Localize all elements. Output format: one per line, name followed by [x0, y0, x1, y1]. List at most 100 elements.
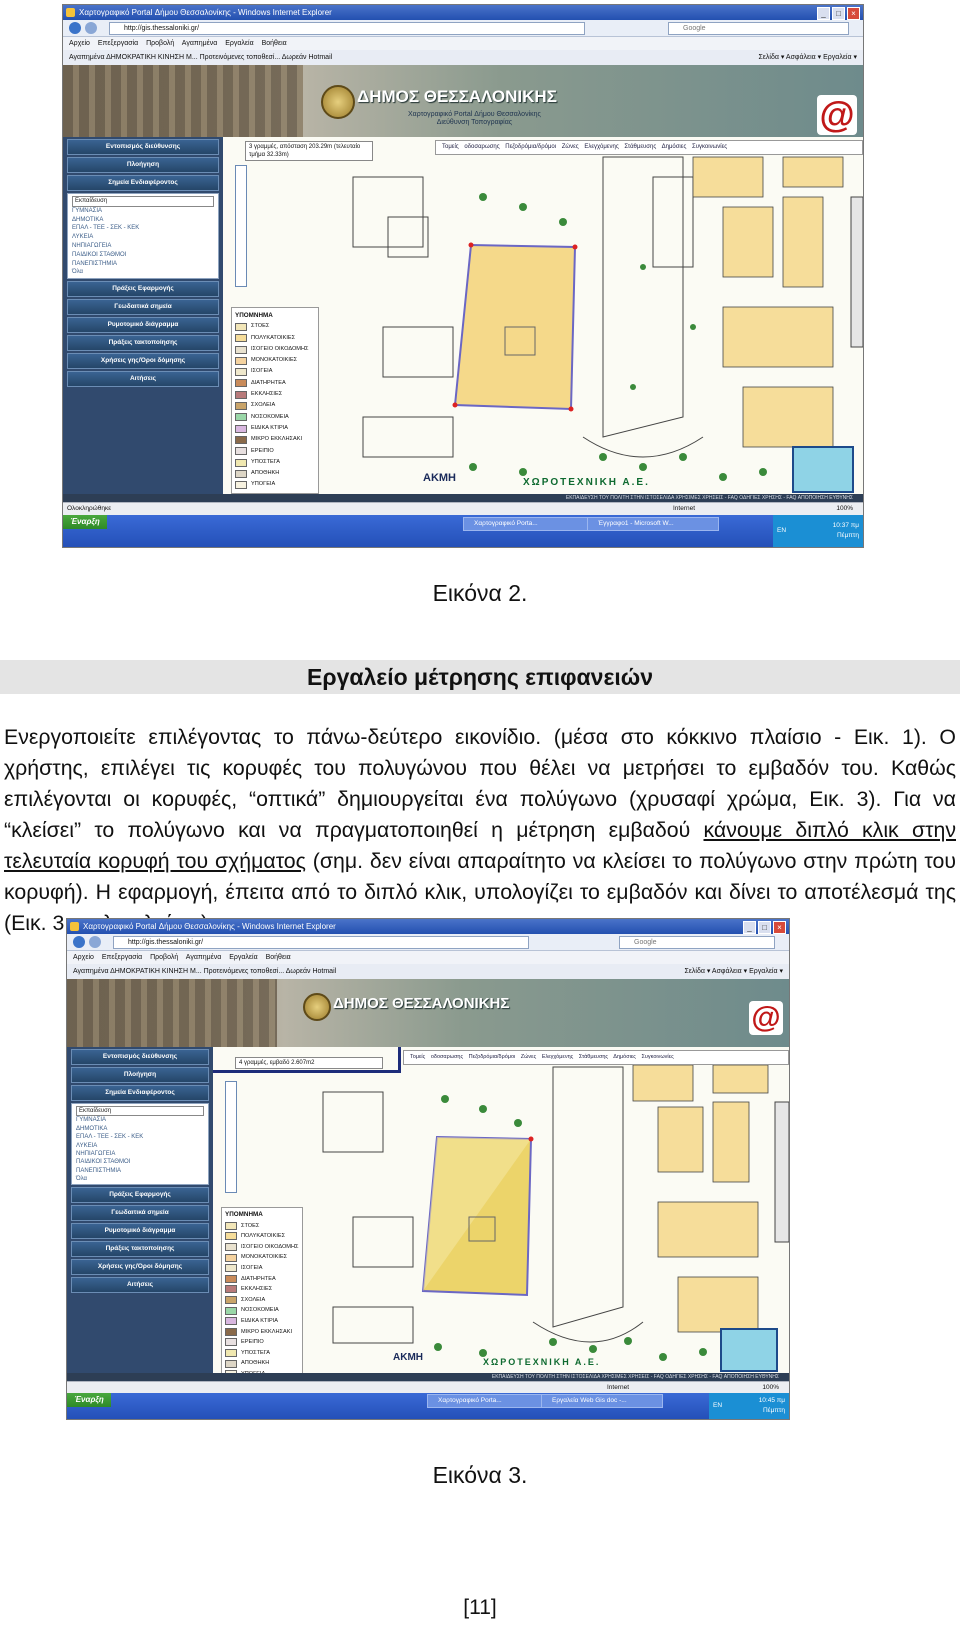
- nav-regularization[interactable]: Πράξεις τακτοποίησης: [71, 1241, 209, 1257]
- layer-toggle-bar[interactable]: Τομείς οδοσαρωσης Πεζοδρόμια/δρόμοι Ζώνε…: [435, 140, 863, 155]
- poi-item[interactable]: ΓΥΜΝΑΣΙΑ: [72, 207, 214, 216]
- start-button[interactable]: Έναρξη: [67, 1393, 111, 1407]
- section-title: Εργαλείο μέτρησης επιφανειών: [0, 660, 960, 694]
- poi-item[interactable]: ΓΥΜΝΑΣΙΑ: [76, 1116, 204, 1124]
- system-tray: EN 10:45 πμ Πέμπτη: [709, 1393, 789, 1419]
- nav-requests[interactable]: Αιτήσεις: [71, 1277, 209, 1293]
- layer-public-transport[interactable]: Δημόσιες Συγκοινωνίες: [662, 144, 728, 150]
- poi-item[interactable]: ΠΑΙΔΙΚΟΙ ΣΤΑΘΜΟΙ: [76, 1158, 204, 1166]
- nav-navigation[interactable]: Πλοήγηση: [71, 1067, 209, 1083]
- municipality-seal-icon: [321, 85, 355, 119]
- nav-navigation[interactable]: Πλοήγηση: [67, 157, 219, 173]
- url-field[interactable]: http://gis.thessaloniki.gr/: [113, 936, 529, 949]
- nav-address-search[interactable]: Εντοπισμός διεύθυνσης: [67, 139, 219, 155]
- poi-item[interactable]: ΝΗΠΙΑΓΩΓΕΙΑ: [76, 1150, 204, 1158]
- poi-item[interactable]: ΛΥΚΕΙΑ: [72, 233, 214, 242]
- nav-land-use[interactable]: Χρήσεις γης/Όροι δόμησης: [67, 353, 219, 369]
- legend-row: ΣΧΟΛΕΙΑ: [235, 400, 315, 411]
- poi-item[interactable]: ΔΗΜΟΤΙΚΑ: [72, 216, 214, 225]
- nav-land-use[interactable]: Χρήσεις γης/Όροι δόμησης: [71, 1259, 209, 1275]
- nav-applications[interactable]: Πράξεις Εφαρμογής: [71, 1187, 209, 1203]
- poi-item[interactable]: Όλα: [76, 1175, 204, 1183]
- status-bar: Ολοκληρώθηκε Internet 100%: [63, 502, 863, 515]
- poi-item[interactable]: ΕΠΑΛ - ΤΕΕ - ΣΕΚ - ΚΕΚ: [76, 1133, 204, 1141]
- command-bar[interactable]: Σελίδα ▾ Ασφάλεια ▾ Εργαλεία ▾: [684, 964, 783, 979]
- layer-public-transport[interactable]: Δημόσιες Συγκοινωνίες: [613, 1054, 673, 1060]
- nav-poi[interactable]: Σημεία Ενδιαφέροντος: [71, 1085, 209, 1101]
- taskbar-button-portal[interactable]: Χαρτογραφικό Porta...: [427, 1394, 549, 1408]
- at-logo-icon: @: [749, 1001, 783, 1035]
- legend-row: ΕΙΔΙΚΑ ΚΤΙΡΙΑ: [235, 423, 315, 434]
- menu-bar[interactable]: Αρχείο Επεξεργασία Προβολή Αγαπημένα Εργ…: [63, 37, 863, 50]
- nav-geodetic[interactable]: Γεωδαιτικά σημεία: [67, 299, 219, 315]
- window-title: Χαρτογραφικό Portal Δήμου Θεσσαλονίκης -…: [83, 922, 336, 931]
- nav-zoning-plan[interactable]: Ρυμοτομικό διάγραμμα: [67, 317, 219, 333]
- menu-bar[interactable]: Αρχείο Επεξεργασία Προβολή Αγαπημένα Εργ…: [67, 951, 789, 964]
- left-nav: Εντοπισμός διεύθυνσης Πλοήγηση Σημεία Εν…: [67, 1047, 213, 1381]
- poi-item[interactable]: ΛΥΚΕΙΑ: [76, 1142, 204, 1150]
- search-field[interactable]: Google: [619, 936, 775, 949]
- taskbar-button-word[interactable]: Εργαλεία Web Gis doc -...: [541, 1394, 663, 1408]
- poi-item[interactable]: ΔΗΜΟΤΙΚΑ: [76, 1125, 204, 1133]
- forward-icon[interactable]: [85, 22, 97, 34]
- map-canvas[interactable]: Τομείς οδοσαρωσης Πεζοδρόμια/δρόμοι Ζώνε…: [213, 1047, 789, 1381]
- poi-category-select[interactable]: Εκπαίδευση: [72, 196, 214, 207]
- nav-geodetic[interactable]: Γεωδαιτικά σημεία: [71, 1205, 209, 1221]
- legend-label: ΕΚΚΛΗΣΙΕΣ: [241, 1286, 273, 1293]
- layer-sidewalks[interactable]: Πεζοδρόμια/δρόμοι: [469, 1054, 516, 1060]
- legend-label: ΔΙΑΤΗΡΗΤΕΑ: [241, 1275, 276, 1282]
- minimize-button[interactable]: _: [817, 7, 830, 20]
- akmh-logo: ΑΚΜΗ: [423, 472, 456, 484]
- poi-item[interactable]: Όλα: [72, 268, 214, 277]
- favorites-links[interactable]: Αγαπημένα ΔΗΜΟΚΡΑΤΙΚΗ ΚΙΝΗΣΗ Μ... Προτει…: [73, 968, 336, 975]
- forward-icon[interactable]: [89, 936, 101, 948]
- nav-zoning-plan[interactable]: Ρυμοτομικό διάγραμμα: [71, 1223, 209, 1239]
- close-button[interactable]: ×: [847, 7, 860, 20]
- window-title: Χαρτογραφικό Portal Δήμου Θεσσαλονίκης -…: [79, 8, 332, 17]
- language-indicator[interactable]: EN: [777, 526, 786, 536]
- zoom-level[interactable]: 100%: [836, 503, 853, 515]
- nav-regularization[interactable]: Πράξεις τακτοποίησης: [67, 335, 219, 351]
- command-bar[interactable]: Σελίδα ▾ Ασφάλεια ▾ Εργαλεία ▾: [758, 50, 857, 65]
- layer-sidewalks[interactable]: Πεζοδρόμια/δρόμοι: [505, 144, 556, 150]
- poi-item[interactable]: ΠΑΝΕΠΙΣΤΗΜΙΑ: [72, 260, 214, 269]
- legend-row: ΕΚΚΛΗΣΙΕΣ: [225, 1284, 299, 1295]
- minimize-button[interactable]: _: [743, 921, 756, 934]
- taskbar-button-word[interactable]: Έγγραφο1 - Microsoft W...: [587, 517, 719, 531]
- taskbar-button-portal[interactable]: Χαρτογραφικό Porta...: [463, 517, 595, 531]
- back-icon[interactable]: [69, 22, 81, 34]
- legend-label: ΑΠΟΘΗΚΗ: [241, 1360, 270, 1367]
- close-button[interactable]: ×: [773, 921, 786, 934]
- portal-subtitle: Χαρτογραφικό Portal Δήμου Θεσσαλονίκης Δ…: [408, 111, 541, 126]
- favorites-links[interactable]: Αγαπημένα ΔΗΜΟΚΡΑΤΙΚΗ ΚΙΝΗΣΗ Μ... Προτει…: [69, 54, 332, 61]
- back-icon[interactable]: [73, 936, 85, 948]
- maximize-button[interactable]: □: [832, 7, 845, 20]
- zoom-control[interactable]: [225, 1081, 237, 1193]
- search-field[interactable]: Google: [668, 22, 849, 35]
- portal-footer-links[interactable]: ΕΚΠΑΙΔΕΥΣΗ ΤΟΥ ΠΟΛΙΤΗ ΣΤΗΝ ΙΣΤΟΣΕΛΙΔΑ ΧΡ…: [67, 1373, 789, 1381]
- nav-poi[interactable]: Σημεία Ενδιαφέροντος: [67, 175, 219, 191]
- poi-item[interactable]: ΠΑΝΕΠΙΣΤΗΜΙΑ: [76, 1167, 204, 1175]
- measure-highlight-box: [213, 1047, 401, 1073]
- portal-footer-links[interactable]: ΕΚΠΑΙΔΕΥΣΗ ΤΟΥ ΠΟΛΙΤΗ ΣΤΗΝ ΙΣΤΟΣΕΛΙΔΑ ΧΡ…: [63, 494, 863, 502]
- legend-swatch: [225, 1349, 237, 1358]
- layer-toggle-bar[interactable]: Τομείς οδοσαρωσης Πεζοδρόμια/δρόμοι Ζώνε…: [403, 1050, 789, 1065]
- layer-street-cleaning[interactable]: Τομείς οδοσαρωσης: [442, 144, 500, 150]
- poi-item[interactable]: ΝΗΠΙΑΓΩΓΕΙΑ: [72, 242, 214, 251]
- map-canvas[interactable]: Τομείς οδοσαρωσης Πεζοδρόμια/δρόμοι Ζώνε…: [223, 137, 863, 502]
- poi-category-select[interactable]: Εκπαίδευση: [76, 1106, 204, 1117]
- layer-parking-zones[interactable]: Ζώνες Ελεγχόμενης Στάθμευσης: [562, 144, 656, 150]
- layer-parking-zones[interactable]: Ζώνες Ελεγχόμενης Στάθμευσης: [521, 1054, 608, 1060]
- layer-street-cleaning[interactable]: Τομείς οδοσαρωσης: [410, 1054, 463, 1060]
- poi-item[interactable]: ΕΠΑΛ - ΤΕΕ - ΣΕΚ - ΚΕΚ: [72, 224, 214, 233]
- poi-item[interactable]: ΠΑΙΔΙΚΟΙ ΣΤΑΘΜΟΙ: [72, 251, 214, 260]
- nav-requests[interactable]: Αιτήσεις: [67, 371, 219, 387]
- start-button[interactable]: Έναρξη: [63, 515, 107, 529]
- zoom-control[interactable]: [235, 165, 247, 287]
- legend-label: ΙΣΟΓΕΙΑ: [241, 1264, 263, 1271]
- url-field[interactable]: http://gis.thessaloniki.gr/: [109, 22, 585, 35]
- nav-address-search[interactable]: Εντοπισμός διεύθυνσης: [71, 1049, 209, 1065]
- nav-applications[interactable]: Πράξεις Εφαρμογής: [67, 281, 219, 297]
- language-indicator[interactable]: EN: [713, 1401, 722, 1411]
- maximize-button[interactable]: □: [758, 921, 771, 934]
